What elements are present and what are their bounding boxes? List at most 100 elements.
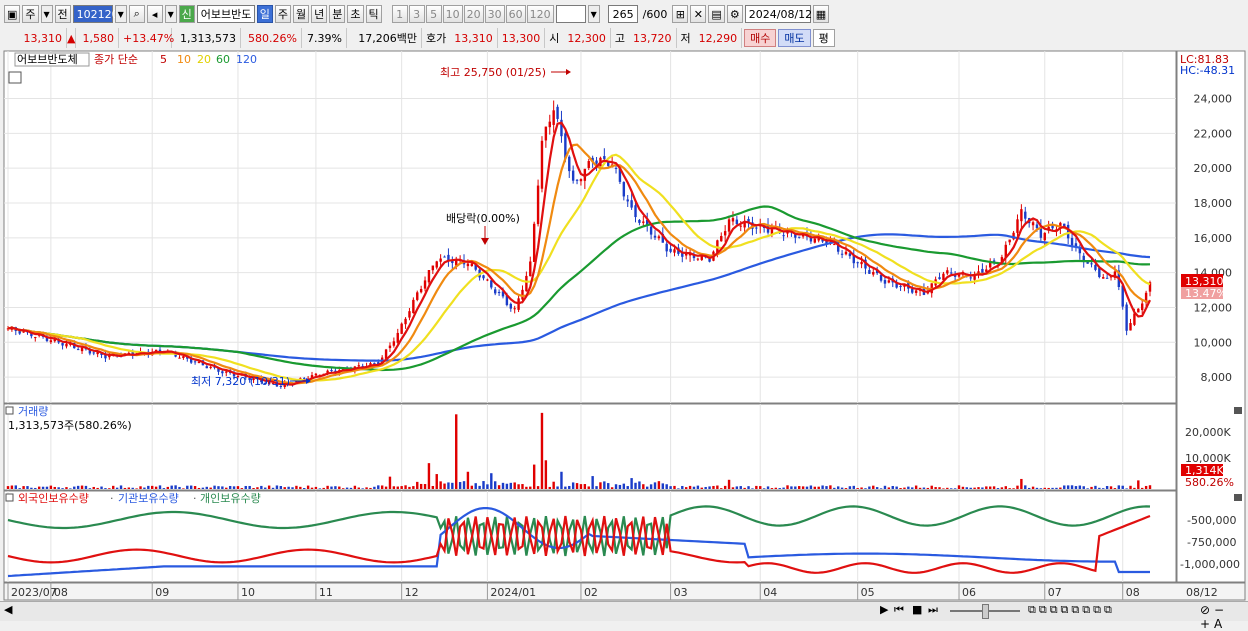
chart-scrollbar[interactable]: ◀ ▶ ⏮ ■ ⏭ ⧉⧉⧉⧉⧉⧉⧉⧉ ⊘−+A (0, 601, 1248, 631)
volume-bar-117 (462, 481, 466, 489)
volume-bar-241 (946, 487, 949, 489)
volume-bar-239 (938, 487, 941, 489)
candle-body-260 (1020, 209, 1023, 222)
stop-icon[interactable]: ■ (912, 603, 922, 616)
volume-bar-288 (1129, 485, 1132, 489)
volume-bar-222 (872, 485, 875, 489)
candle-body-281 (1102, 277, 1105, 279)
x-tick-11: 06 (962, 586, 976, 599)
volume-bar-31 (127, 487, 131, 489)
volume-bar-244 (957, 485, 961, 489)
volume-bar-211 (829, 485, 832, 489)
candle-body-171 (673, 249, 676, 253)
volume-bar-28 (115, 487, 119, 489)
ma-period-20: 20 (197, 53, 211, 66)
x-end-label: 08/12 (1186, 586, 1218, 599)
view-mode-icons[interactable]: ⧉⧉⧉⧉⧉⧉⧉⧉ (1028, 603, 1115, 617)
volume-bar-13 (57, 487, 60, 489)
volume-bar-180 (708, 486, 711, 489)
holdings-maximize-icon[interactable] (1234, 494, 1242, 501)
volume-bar-48 (193, 486, 197, 489)
candle-body-90 (357, 365, 360, 367)
volume-bar-47 (189, 485, 193, 489)
volume-bar-229 (899, 487, 902, 489)
volume-bar-3 (18, 488, 21, 489)
zoom-slider-handle[interactable] (982, 604, 989, 619)
volume-bar-11 (49, 485, 53, 489)
volume-bar-210 (825, 486, 828, 489)
volume-bar-66 (264, 487, 267, 489)
volume-bar-191 (751, 488, 754, 489)
volume-bar-9 (41, 486, 45, 489)
candle-body-134 (529, 261, 532, 277)
indicator-list-icon[interactable] (8, 71, 22, 84)
candle-body-167 (657, 236, 661, 239)
candle-body-161 (634, 205, 637, 218)
volume-bar-36 (147, 485, 150, 489)
candle-body-135 (532, 223, 536, 262)
candle-body-287 (1125, 304, 1128, 331)
volume-bar-39 (158, 485, 162, 489)
candle-body-52 (209, 366, 212, 368)
volume-bar-4 (22, 486, 25, 489)
volume-bar-2 (14, 485, 17, 489)
holdings-collapse-icon[interactable] (5, 493, 14, 502)
volume-bar-107 (423, 484, 427, 489)
volume-bar-49 (197, 487, 201, 489)
volume-bar-282 (1105, 485, 1109, 489)
first-page-icon[interactable]: ⏮ (894, 603, 904, 617)
volume-bar-138 (544, 460, 548, 489)
volume-bar-75 (299, 486, 302, 489)
volume-bar-129 (509, 482, 512, 489)
volume-bar-114 (451, 482, 454, 489)
volume-bar-245 (961, 486, 965, 489)
volume-bar-10 (45, 486, 49, 489)
volume-bar-292 (1144, 485, 1148, 489)
ma-period-5: 5 (160, 53, 167, 66)
ma-period-10: 10 (177, 53, 191, 66)
volume-bar-30 (123, 487, 127, 489)
volume-bar-281 (1102, 488, 1105, 489)
volume-maximize-icon[interactable] (1234, 407, 1242, 414)
volume-bar-60 (240, 488, 244, 489)
y-tick-20000: 20,000 (1194, 162, 1233, 175)
candle-body-79 (314, 373, 318, 376)
candle-body-232 (911, 289, 914, 293)
volume-bar-159 (626, 486, 629, 489)
volume-bar-197 (774, 487, 778, 489)
volume-bar-250 (981, 487, 984, 489)
volume-bar-161 (634, 482, 637, 489)
volume-bar-19 (80, 485, 84, 489)
candle-body-107 (423, 280, 427, 289)
volume-bar-206 (809, 485, 813, 489)
volume-bar-51 (205, 486, 208, 489)
volume-bar-22 (92, 486, 95, 489)
candle-body-103 (408, 311, 411, 318)
x-tick-5: 12 (405, 586, 419, 599)
volume-bar-78 (310, 487, 314, 489)
candle-body-14 (61, 343, 64, 346)
volume-bar-0 (6, 486, 10, 489)
zoom-controls[interactable]: ⊘−+A (1200, 603, 1248, 631)
volume-bar-109 (431, 486, 435, 489)
volume-bar-224 (879, 488, 883, 489)
volume-bar-54 (217, 486, 220, 489)
volume-bar-287 (1125, 488, 1128, 489)
volume-bar-26 (108, 488, 111, 489)
volume-bar-271 (1063, 485, 1066, 489)
volume-bar-68 (271, 487, 275, 489)
chart-area[interactable]: 24,00022,00020,00018,00016,00014,00012,0… (0, 0, 1248, 601)
volume-bar-118 (466, 471, 470, 489)
x-tick-12: 07 (1048, 586, 1062, 599)
candle-body-159 (626, 199, 629, 202)
last-page-icon[interactable]: ⏭ (928, 603, 938, 617)
candle-body-261 (1024, 211, 1027, 219)
volume-bar-216 (848, 486, 852, 489)
scroll-right-icon[interactable]: ▶ (880, 603, 888, 616)
volume-bar-283 (1109, 486, 1113, 489)
scroll-left-icon[interactable]: ◀ (4, 603, 12, 616)
volume-title: 거래량 (18, 405, 48, 418)
volume-bar-84 (334, 486, 337, 489)
volume-bar-121 (478, 485, 481, 489)
volume-collapse-icon[interactable] (5, 406, 14, 415)
